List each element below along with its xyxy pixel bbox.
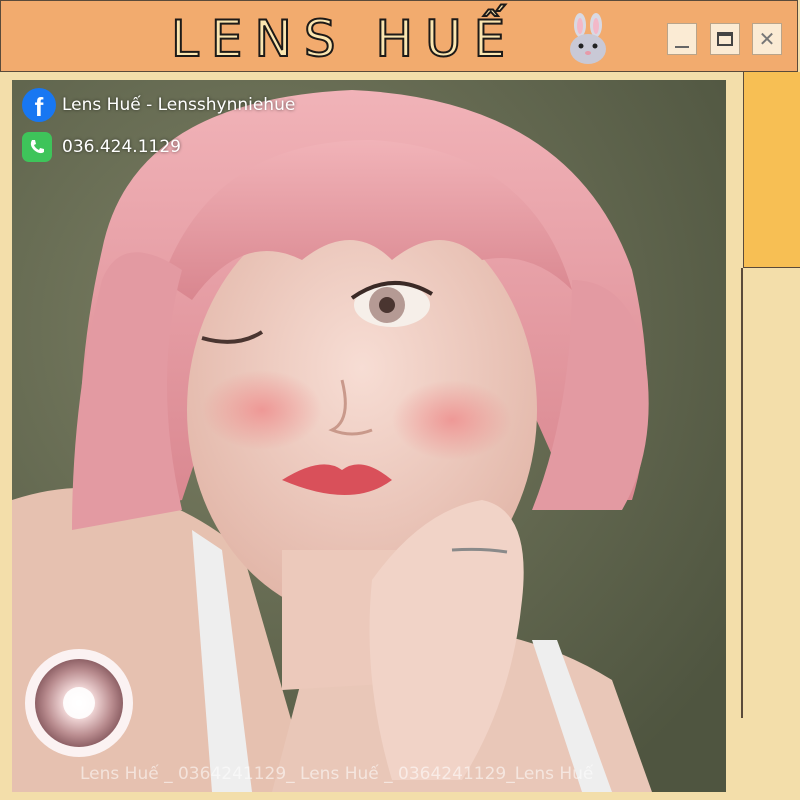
rabbit-icon <box>570 13 606 64</box>
minimize-icon <box>675 46 689 48</box>
close-button[interactable]: ✕ <box>752 23 782 55</box>
lens-sample-icon <box>25 649 133 757</box>
facebook-contact[interactable]: f Lens Huế - Lensshynniehue <box>22 88 295 122</box>
phone-contact[interactable]: 036.424.1129 <box>22 132 181 162</box>
maximize-button[interactable] <box>710 23 740 55</box>
window-title: LENS HUẾ <box>170 9 518 69</box>
facebook-label: Lens Huế - Lensshynniehue <box>62 95 296 115</box>
window-titlebar: LENS HUẾ ✕ <box>0 0 798 72</box>
watermark-text: Lens Huế _ 0364241129_ Lens Huế _ 036424… <box>80 764 594 784</box>
phone-number: 036.424.1129 <box>62 137 181 157</box>
facebook-icon: f <box>22 88 56 122</box>
side-divider <box>741 268 743 718</box>
whatsapp-phone-icon <box>22 132 52 162</box>
close-icon: ✕ <box>758 27 776 51</box>
minimize-button[interactable] <box>667 23 697 55</box>
maximize-icon <box>717 32 733 46</box>
side-panel <box>743 72 800 268</box>
